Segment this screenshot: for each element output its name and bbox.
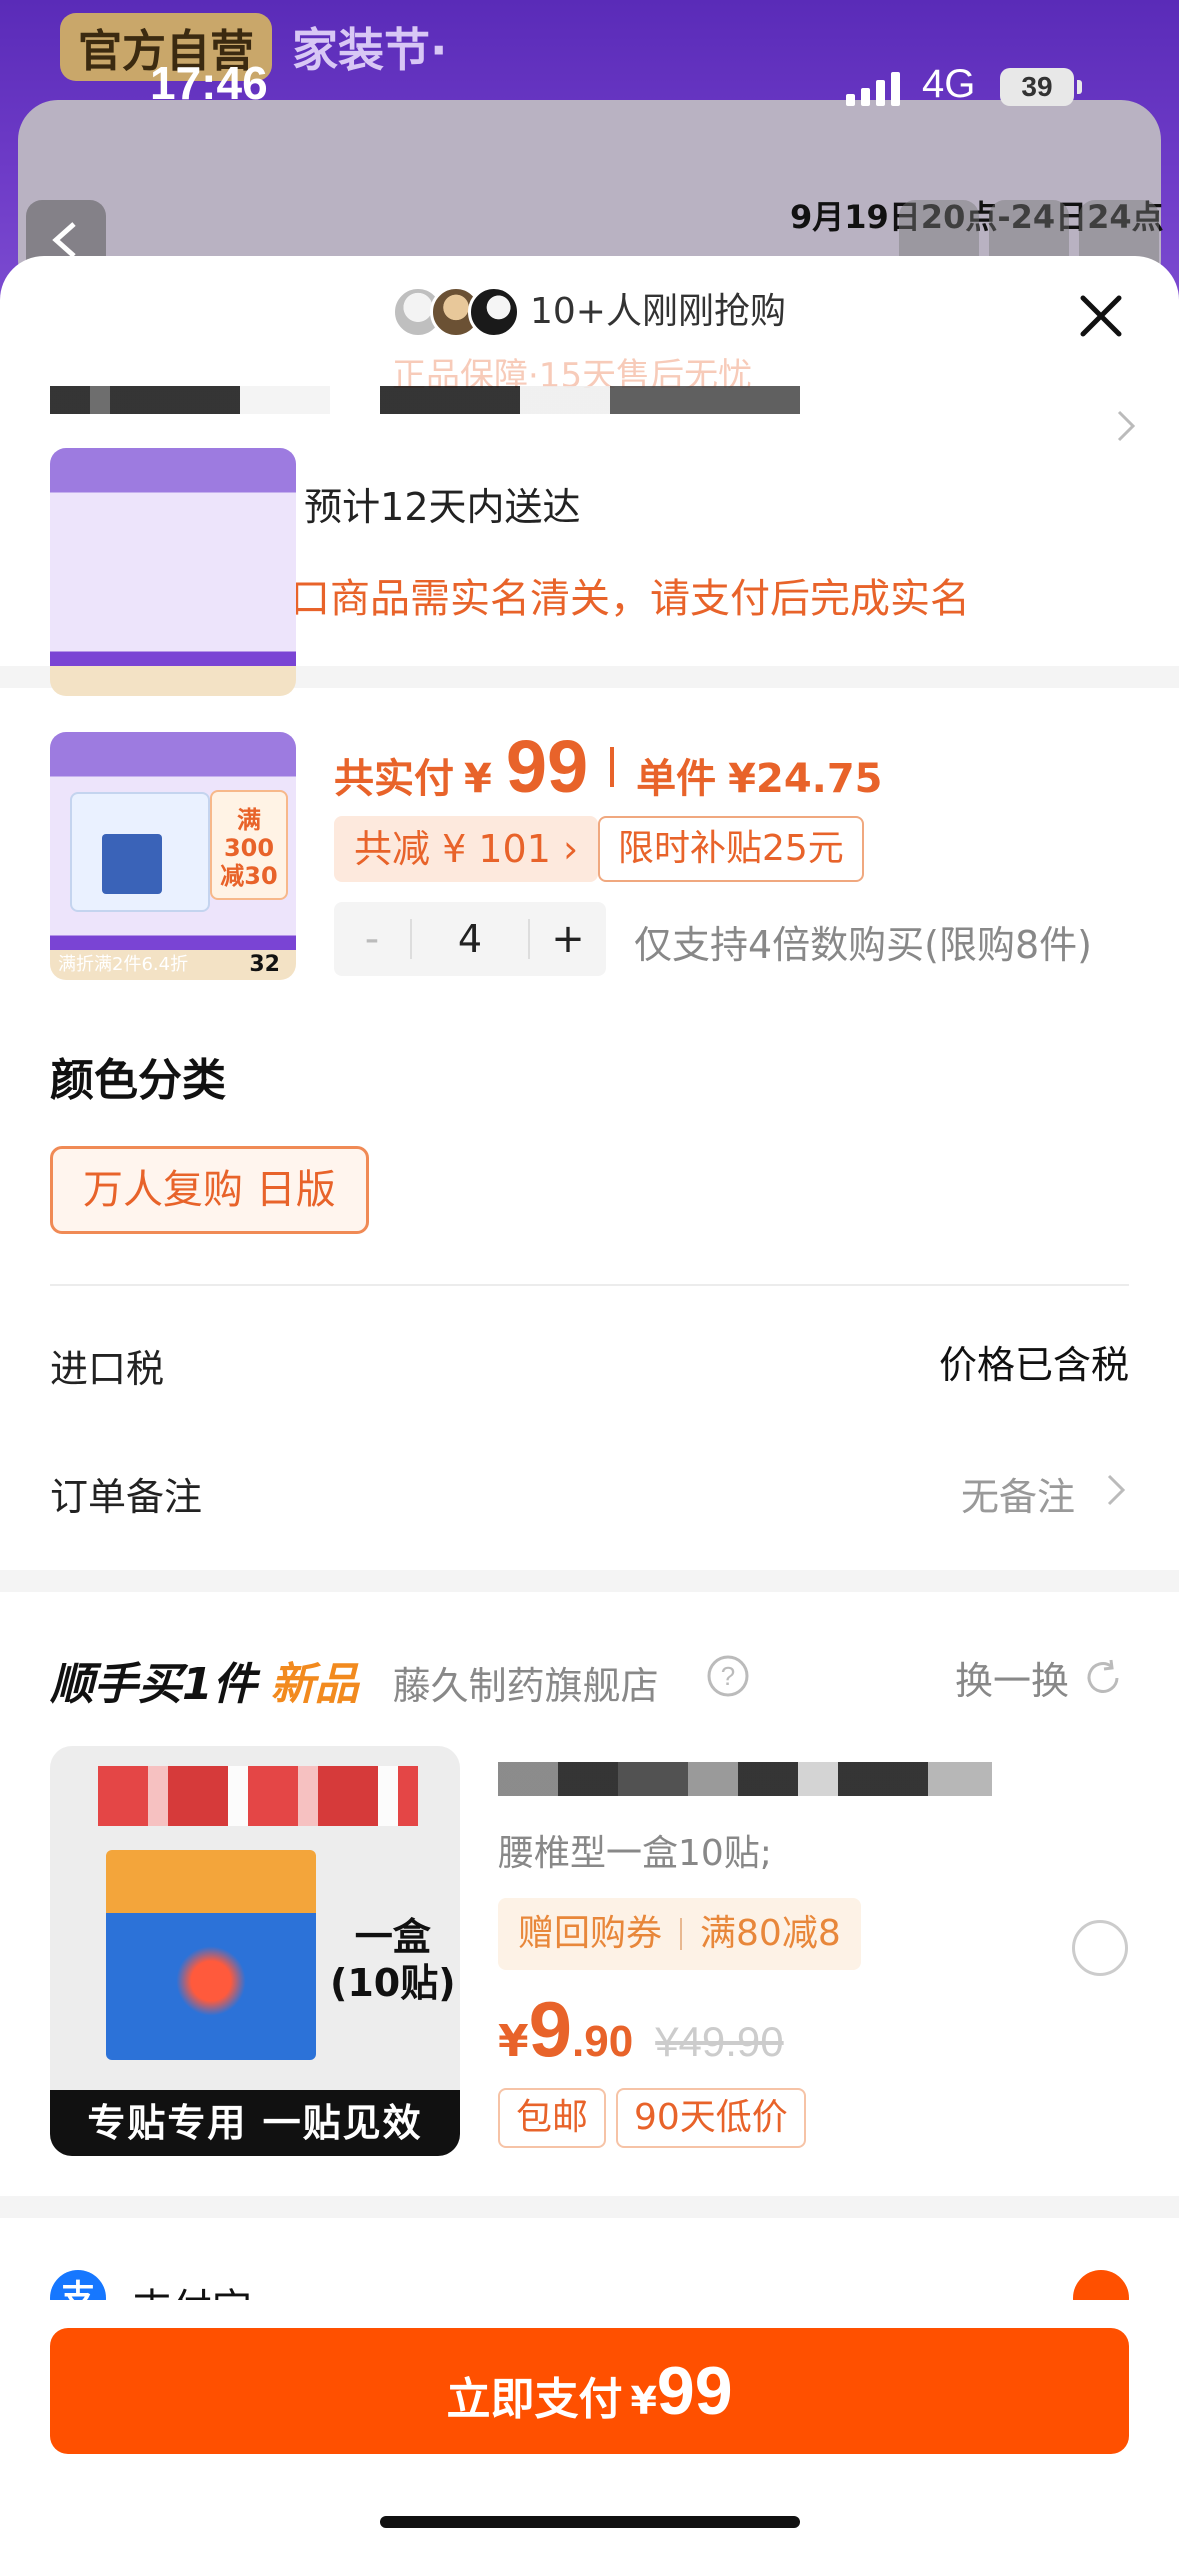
clock: 17:46 <box>150 57 268 109</box>
thumb-promo-tag: 满300减30 <box>210 790 288 900</box>
swap-button[interactable]: 换一换 <box>955 1650 1125 1705</box>
product-box-image <box>70 792 210 912</box>
recent-buyers-text: 10+人刚刚抢购 <box>530 291 786 332</box>
quantity-stepper: - 4 + <box>334 902 606 976</box>
total-label: 共实付 <box>334 756 454 802</box>
decrease-button[interactable]: - <box>334 916 410 962</box>
buyer-avatars <box>392 286 520 338</box>
addon-price-integer: 9 <box>528 1985 573 2073</box>
coupon-value: 满80减8 <box>700 1913 841 1954</box>
subsidy-chip: 限时补贴25元 <box>598 816 864 882</box>
box-count-text: 一盒 (10贴) <box>330 1914 456 2006</box>
savings-chip[interactable]: 共减 ¥ 101 › <box>334 816 599 882</box>
pay-button-label: 立即支付 <box>446 2374 623 2425</box>
low-price-tag: 90天低价 <box>616 2088 806 2148</box>
network-type: 4G <box>922 62 976 106</box>
thumb-footer-price: 32 <box>249 952 280 977</box>
redacted-product-name <box>498 1762 992 1796</box>
addon-header: 顺手买1件 新品 藤久制药旗舰店 <box>50 1648 659 1712</box>
divider <box>50 1284 1129 1286</box>
coupon-label: 赠回购券 <box>518 1913 663 1954</box>
quantity-value[interactable]: 4 <box>410 919 530 959</box>
section-divider <box>0 1570 1179 1592</box>
status-bar: 17:46 4G 39 <box>0 0 1179 150</box>
order-remark-label: 订单备注 <box>50 1475 203 1519</box>
price-summary: 共实付 ¥ 99 单件 ¥24.75 <box>334 724 883 809</box>
guarantee-text: 正品保障·15天售后无忧 <box>392 356 753 388</box>
box-count-line-2: (10贴) <box>330 1961 456 2005</box>
unit-label: 单件 <box>636 756 717 802</box>
payment-method-row[interactable]: 支 支付宝 <box>0 2262 1179 2300</box>
total-amount: 99 <box>505 725 589 808</box>
unit-price: ¥24.75 <box>728 756 883 802</box>
addon-original-price: ¥49.90 <box>655 2018 784 2065</box>
thumb-footer: 满折满2件6.4折 32 <box>50 950 296 980</box>
variant-title: 颜色分类 <box>50 1055 226 1106</box>
redacted-image-text <box>98 1766 418 1826</box>
patch-package-image <box>106 1850 316 2060</box>
pay-now-button[interactable]: 立即支付 ¥ 99 <box>50 2328 1129 2454</box>
increase-button[interactable]: + <box>530 916 606 962</box>
addon-price-decimal: .90 <box>572 2017 634 2066</box>
thumb-footer-text: 满折满2件6.4折 <box>58 954 189 975</box>
section-divider <box>0 2196 1179 2218</box>
close-icon[interactable] <box>1071 286 1131 346</box>
product-image[interactable]: 满300减30 满折满2件6.4折 32 <box>50 732 296 980</box>
pay-button-currency: ¥ <box>630 2379 657 2423</box>
pay-button-amount: 99 <box>656 2353 733 2429</box>
addon-coupon: 赠回购券 满80减8 <box>498 1898 861 1970</box>
addon-slogan: 专贴专用 一贴见效 <box>50 2090 460 2156</box>
import-tax-value: 价格已含税 <box>938 1343 1129 1387</box>
addon-store-name: 藤久制药旗舰店 <box>392 1664 659 1708</box>
price-separator <box>610 746 615 787</box>
redacted-address <box>50 386 800 414</box>
addon-price-currency: ¥ <box>498 2016 529 2067</box>
chevron-right-icon[interactable] <box>1105 1470 1129 1510</box>
addon-price: ¥ 9 .90 ¥49.90 <box>498 1984 784 2075</box>
signal-icon <box>846 72 900 106</box>
addon-product-image[interactable]: 一盒 (10贴) 专贴专用 一贴见效 <box>50 1746 460 2156</box>
chevron-left-icon <box>52 222 76 258</box>
chevron-right-icon <box>1117 410 1136 442</box>
refresh-icon <box>1087 1659 1119 1693</box>
avatar <box>468 286 520 338</box>
currency-symbol: ¥ <box>464 756 492 802</box>
help-icon[interactable]: ? <box>706 1654 750 1698</box>
box-count-line-1: 一盒 <box>354 1915 431 1959</box>
addon-select-radio[interactable] <box>1072 1920 1128 1976</box>
addon-new-label: 新品 <box>270 1659 359 1710</box>
addon-title: 顺手买1件 <box>50 1659 257 1710</box>
order-remark-value[interactable]: 无备注 <box>961 1466 1075 1521</box>
purchase-limit: 仅支持4倍数购买(限购8件) <box>634 923 1093 967</box>
home-indicator <box>380 2516 800 2528</box>
battery-icon: 39 <box>1000 68 1082 106</box>
free-shipping-tag: 包邮 <box>498 2088 607 2148</box>
addon-spec: 腰椎型一盒10贴; <box>498 1833 772 1874</box>
svg-text:?: ? <box>721 1661 735 1691</box>
product-thumbnail[interactable] <box>50 448 296 696</box>
alipay-icon: 支 <box>50 2270 106 2300</box>
payment-method-label: 支付宝 <box>132 2276 252 2300</box>
coupon-separator <box>680 1918 683 1950</box>
import-tax-label: 进口税 <box>50 1347 165 1391</box>
check-icon <box>1073 2270 1129 2300</box>
variant-option[interactable]: 万人复购 日版 <box>50 1146 369 1234</box>
sheet-header: 10+人刚刚抢购 正品保障·15天售后无忧 <box>0 256 1179 388</box>
swap-label: 换一换 <box>954 1659 1069 1703</box>
